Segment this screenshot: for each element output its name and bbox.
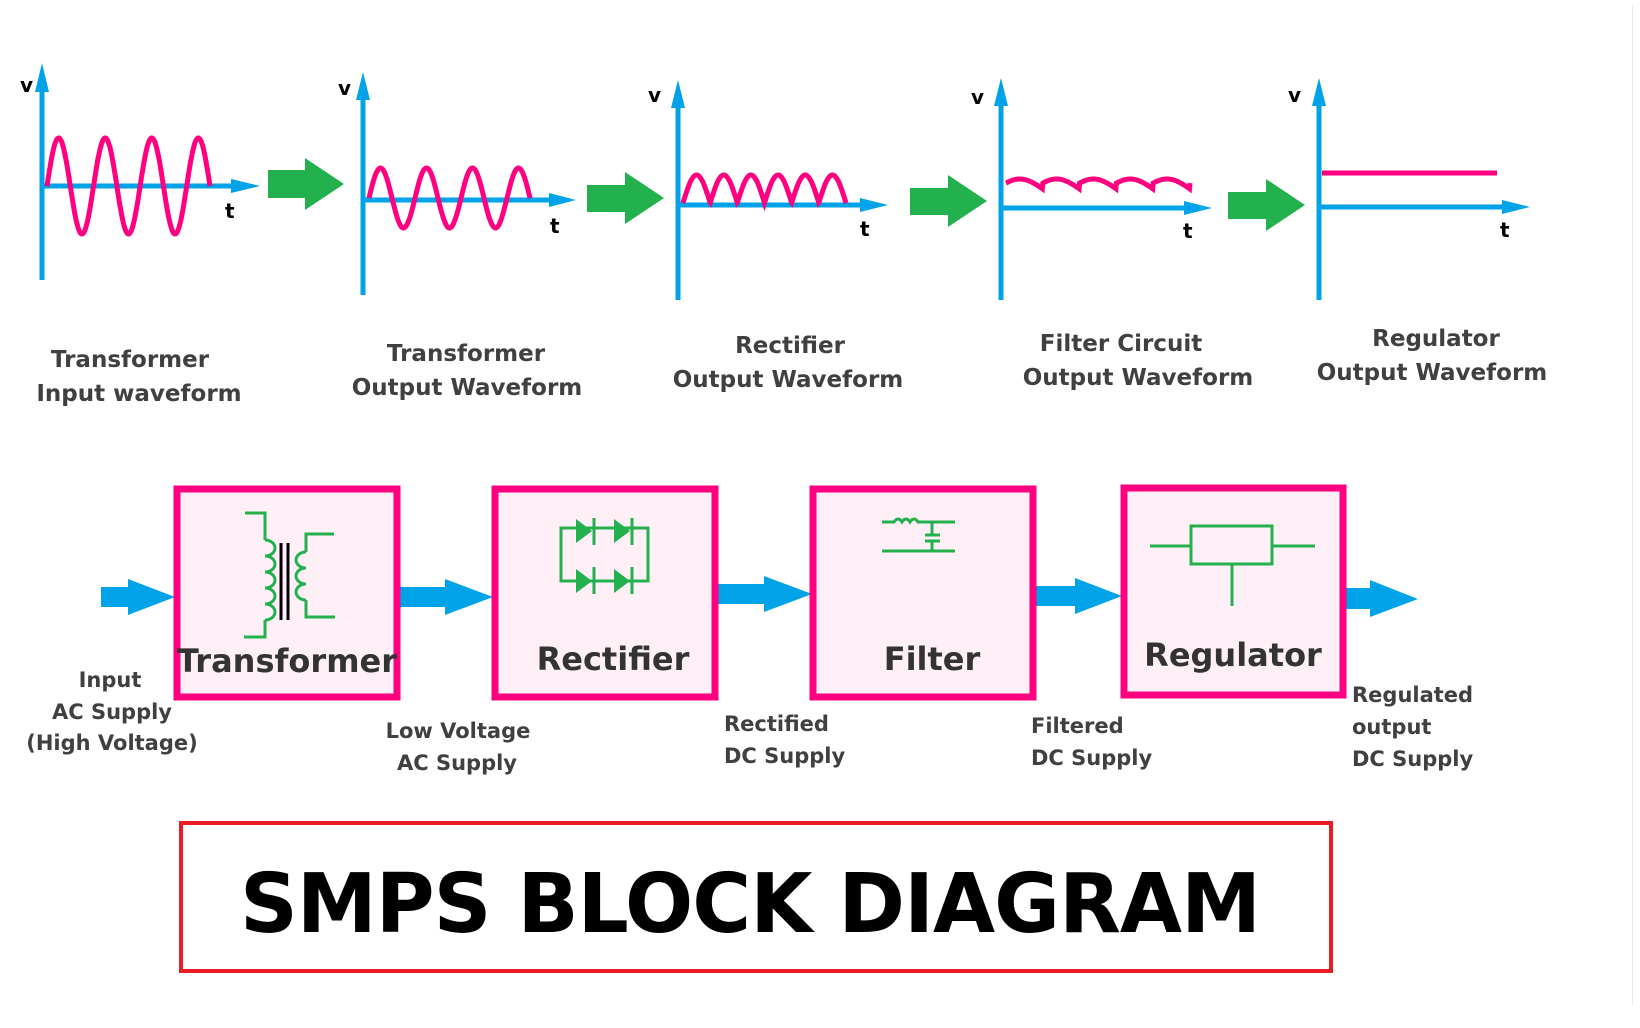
- x-axis-label: t: [1500, 218, 1510, 242]
- y-axis-label: v: [20, 73, 33, 97]
- x-axis-arrowhead: [231, 179, 260, 193]
- waveform-panel-transformer-output: v t: [338, 72, 576, 295]
- y-axis-label: v: [648, 83, 661, 107]
- signal-label-line: DC Supply: [724, 744, 845, 768]
- signal-label-line: AC Supply: [397, 751, 517, 775]
- y-axis-arrowhead: [35, 63, 49, 92]
- waveform-panel-transformer-input: v t: [20, 63, 260, 280]
- flow-arrow-transformer-rectifier: [399, 579, 493, 615]
- caption-line: Output Waveform: [673, 367, 904, 393]
- y-axis-label: v: [1288, 83, 1301, 107]
- block-label: Filter: [884, 640, 981, 678]
- waveform-panel-filter-output: v t: [971, 78, 1212, 300]
- block-rectifier: Rectifier: [491, 485, 719, 701]
- flow-arrow-rectifier-filter: [717, 576, 812, 612]
- signal-label-line: Rectified: [724, 712, 829, 736]
- waveform-trace: [680, 172, 849, 212]
- waveform-panel-rectifier-output: v t: [648, 80, 888, 300]
- block-transformer: Transformer: [173, 485, 401, 701]
- flow-arrow-output: [1344, 580, 1418, 617]
- x-axis-label: t: [860, 217, 870, 241]
- signal-label-line: Low Voltage: [386, 719, 531, 743]
- signal-label-line: (High Voltage): [26, 731, 197, 755]
- block-label: Regulator: [1144, 636, 1322, 674]
- y-axis-label: v: [971, 85, 984, 109]
- x-axis-arrowhead: [549, 193, 576, 207]
- x-axis-arrowhead: [1184, 201, 1212, 215]
- caption-line: Output Waveform: [1317, 360, 1548, 386]
- y-axis-label: v: [338, 76, 351, 100]
- x-axis-label: t: [1183, 219, 1193, 243]
- page-title: SMPS BLOCK DIAGRAM: [240, 857, 1260, 952]
- flow-arrow-input: [101, 579, 175, 615]
- block-regulator: Regulator: [1120, 484, 1347, 699]
- flow-arrow-filter-regulator: [1035, 578, 1122, 614]
- caption-line: Filter Circuit: [1040, 331, 1202, 357]
- caption-line: Output Waveform: [1023, 365, 1254, 391]
- y-axis-arrowhead: [1312, 78, 1326, 106]
- y-axis-arrowhead: [994, 78, 1008, 106]
- waveform-panel-regulator-output: v t: [1288, 78, 1530, 300]
- waveform-trace: [1004, 176, 1193, 194]
- caption-line: Output Waveform: [352, 375, 583, 401]
- stage-arrow-4: [1228, 179, 1305, 231]
- signal-label-line: DC Supply: [1352, 747, 1473, 771]
- stage-arrow-3: [910, 175, 987, 227]
- caption-line: Input waveform: [36, 381, 241, 407]
- caption-line: Transformer: [51, 347, 210, 373]
- waveform-captions: Transformer Input waveform Transformer O…: [36, 326, 1547, 407]
- block-filter: Filter: [809, 485, 1037, 701]
- signal-label-line: DC Supply: [1031, 746, 1152, 770]
- y-axis-arrowhead: [671, 80, 685, 108]
- signal-label-line: AC Supply: [52, 700, 172, 724]
- y-axis-arrowhead: [356, 72, 370, 100]
- signal-label-line: Regulated: [1352, 683, 1473, 707]
- stage-arrow-2: [587, 172, 664, 224]
- block-label: Transformer: [177, 642, 397, 680]
- signal-label-line: Input: [79, 668, 142, 692]
- x-axis-label: t: [225, 199, 235, 223]
- x-axis-label: t: [550, 214, 560, 238]
- caption-line: Transformer: [387, 341, 546, 367]
- smps-block-diagram: v t v t v t v t v t Transformer Input wa…: [20, 63, 1547, 973]
- stage-arrow-1: [268, 158, 344, 210]
- caption-line: Regulator: [1372, 326, 1500, 352]
- caption-line: Rectifier: [735, 333, 845, 359]
- signal-label-line: Filtered: [1031, 714, 1124, 738]
- x-axis-arrowhead: [1502, 200, 1530, 214]
- smps-diagram-canvas: v t v t v t v t v t Transformer Input wa…: [0, 0, 1563, 1000]
- x-axis-arrowhead: [860, 198, 888, 212]
- block-label: Rectifier: [537, 640, 690, 678]
- signal-label-line: output: [1352, 715, 1431, 739]
- title-box: SMPS BLOCK DIAGRAM: [179, 821, 1333, 973]
- page-edge-divider: [1632, 5, 1633, 1005]
